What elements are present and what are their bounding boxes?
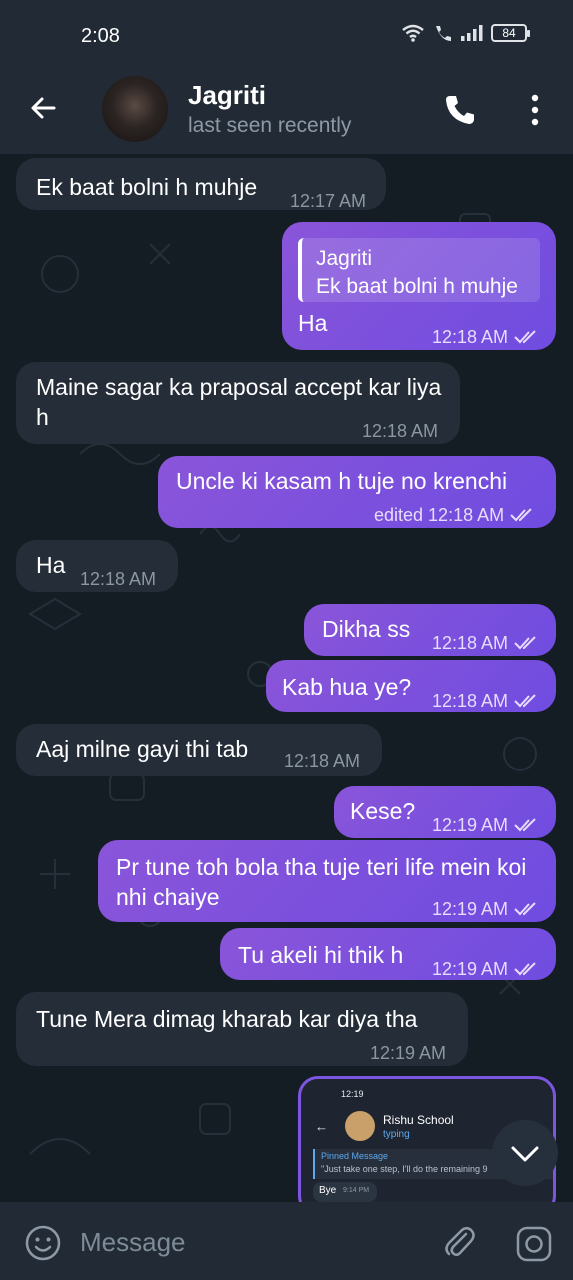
message-outgoing[interactable]: Pr tune toh bola tha tuje teri life mein… <box>98 840 556 922</box>
message-time: 12:18 AM <box>432 628 540 658</box>
battery-icon: 84 <box>491 24 530 42</box>
wifi-icon <box>402 24 424 42</box>
message-text: Ek baat bolni h muhje <box>36 174 258 200</box>
reply-author: Jagriti <box>316 247 373 270</box>
double-check-icon <box>514 330 536 344</box>
message-time: 12:19 AM <box>370 1043 447 1063</box>
message-text: Dikha ss <box>322 616 411 642</box>
double-check-icon <box>514 902 536 916</box>
message-time: 12:19 AM <box>432 954 540 984</box>
chevron-down-icon <box>511 1146 539 1162</box>
status-icons: 84 <box>401 24 530 42</box>
message-time: 12:18 AM <box>80 569 157 589</box>
message-text: Kese? <box>350 798 416 824</box>
scroll-down-button[interactable] <box>492 1120 558 1186</box>
status-bar: 2:08 84 <box>0 0 573 70</box>
message-incoming[interactable]: Ha 12:18 AM <box>16 540 178 592</box>
message-time: 12:18 AM <box>284 751 361 771</box>
preview-message: Bye 9:14 PM <box>313 1182 377 1202</box>
preview-back-icon: ← <box>315 1119 328 1134</box>
preview-time: 12:19 <box>341 1089 364 1099</box>
message-incoming[interactable]: Maine sagar ka praposal accept kar liya … <box>16 362 460 444</box>
preview-contact-name: Rishu School <box>383 1113 454 1127</box>
preview-pinned-title: Pinned Message <box>321 1151 389 1161</box>
double-check-icon <box>510 508 532 522</box>
chat-area[interactable]: Ek baat bolni h muhje 12:17 AM Jagriti E… <box>0 154 573 1202</box>
status-time: 2:08 <box>81 25 120 47</box>
back-arrow-icon[interactable] <box>24 88 64 128</box>
message-text: Uncle ki kasam h tuje no krenchi <box>176 468 508 494</box>
message-text: Kab hua ye? <box>282 674 412 700</box>
message-incoming[interactable]: Tune Mera dimag kharab kar diya tha 12:1… <box>16 992 468 1066</box>
reply-text: Ek baat bolni h muhje <box>316 275 518 298</box>
message-text: Tune Mera dimag kharab kar diya tha <box>36 1006 418 1032</box>
message-outgoing-reply[interactable]: Jagriti Ek baat bolni h muhje Ha 12:18 A… <box>282 222 556 350</box>
preview-pinned-text: "Just take one step, I'll do the remaini… <box>321 1164 488 1174</box>
message-time: 12:18 AM <box>432 686 540 716</box>
double-check-icon <box>514 636 536 650</box>
message-outgoing[interactable]: Tu akeli hi thik h 12:19 AM <box>220 928 556 980</box>
paperclip-icon[interactable] <box>440 1222 478 1262</box>
message-text: Ha <box>298 310 328 336</box>
contact-status: last seen recently <box>188 114 352 137</box>
message-incoming[interactable]: Ek baat bolni h muhje 12:17 AM <box>16 158 386 211</box>
message-text: Ha <box>36 552 66 578</box>
more-vertical-icon[interactable] <box>520 90 550 130</box>
message-time: 12:19 AM <box>432 810 540 840</box>
phone-icon[interactable] <box>440 90 480 130</box>
reply-quote[interactable]: Jagriti Ek baat bolni h muhje <box>298 238 540 302</box>
message-outgoing[interactable]: Uncle ki kasam h tuje no krenchi edited … <box>158 456 556 528</box>
message-time: 12:18 AM <box>432 322 540 352</box>
message-outgoing[interactable]: Dikha ss 12:18 AM <box>304 604 556 656</box>
contact-name[interactable]: Jagriti <box>188 80 266 111</box>
camera-icon[interactable] <box>514 1224 554 1264</box>
double-check-icon <box>514 694 536 708</box>
double-check-icon <box>514 818 536 832</box>
message-input[interactable] <box>80 1222 420 1262</box>
preview-avatar <box>345 1111 375 1141</box>
double-check-icon <box>514 962 536 976</box>
wifi-call-icon <box>436 26 451 41</box>
message-incoming[interactable]: Aaj milne gayi thi tab 12:18 AM <box>16 724 382 776</box>
message-outgoing[interactable]: Kese? 12:19 AM <box>334 786 556 838</box>
message-time: 12:19 AM <box>432 894 540 924</box>
chat-header: Jagriti last seen recently <box>0 70 573 154</box>
signal-icon <box>461 25 483 41</box>
message-input-bar <box>0 1202 573 1280</box>
avatar[interactable] <box>102 76 168 142</box>
preview-message-text: Bye <box>319 1185 337 1196</box>
message-text: Aaj milne gayi thi tab <box>36 736 249 762</box>
message-time: 12:18 AM <box>362 421 439 441</box>
message-outgoing[interactable]: Kab hua ye? 12:18 AM <box>266 660 556 712</box>
preview-message-time: 9:14 PM <box>343 1187 370 1194</box>
message-time: 12:17 AM <box>290 191 367 211</box>
emoji-icon[interactable] <box>24 1224 62 1262</box>
message-time: edited 12:18 AM <box>374 500 536 530</box>
preview-contact-status: typing <box>383 1129 410 1140</box>
message-text: Tu akeli hi thik h <box>238 942 404 968</box>
